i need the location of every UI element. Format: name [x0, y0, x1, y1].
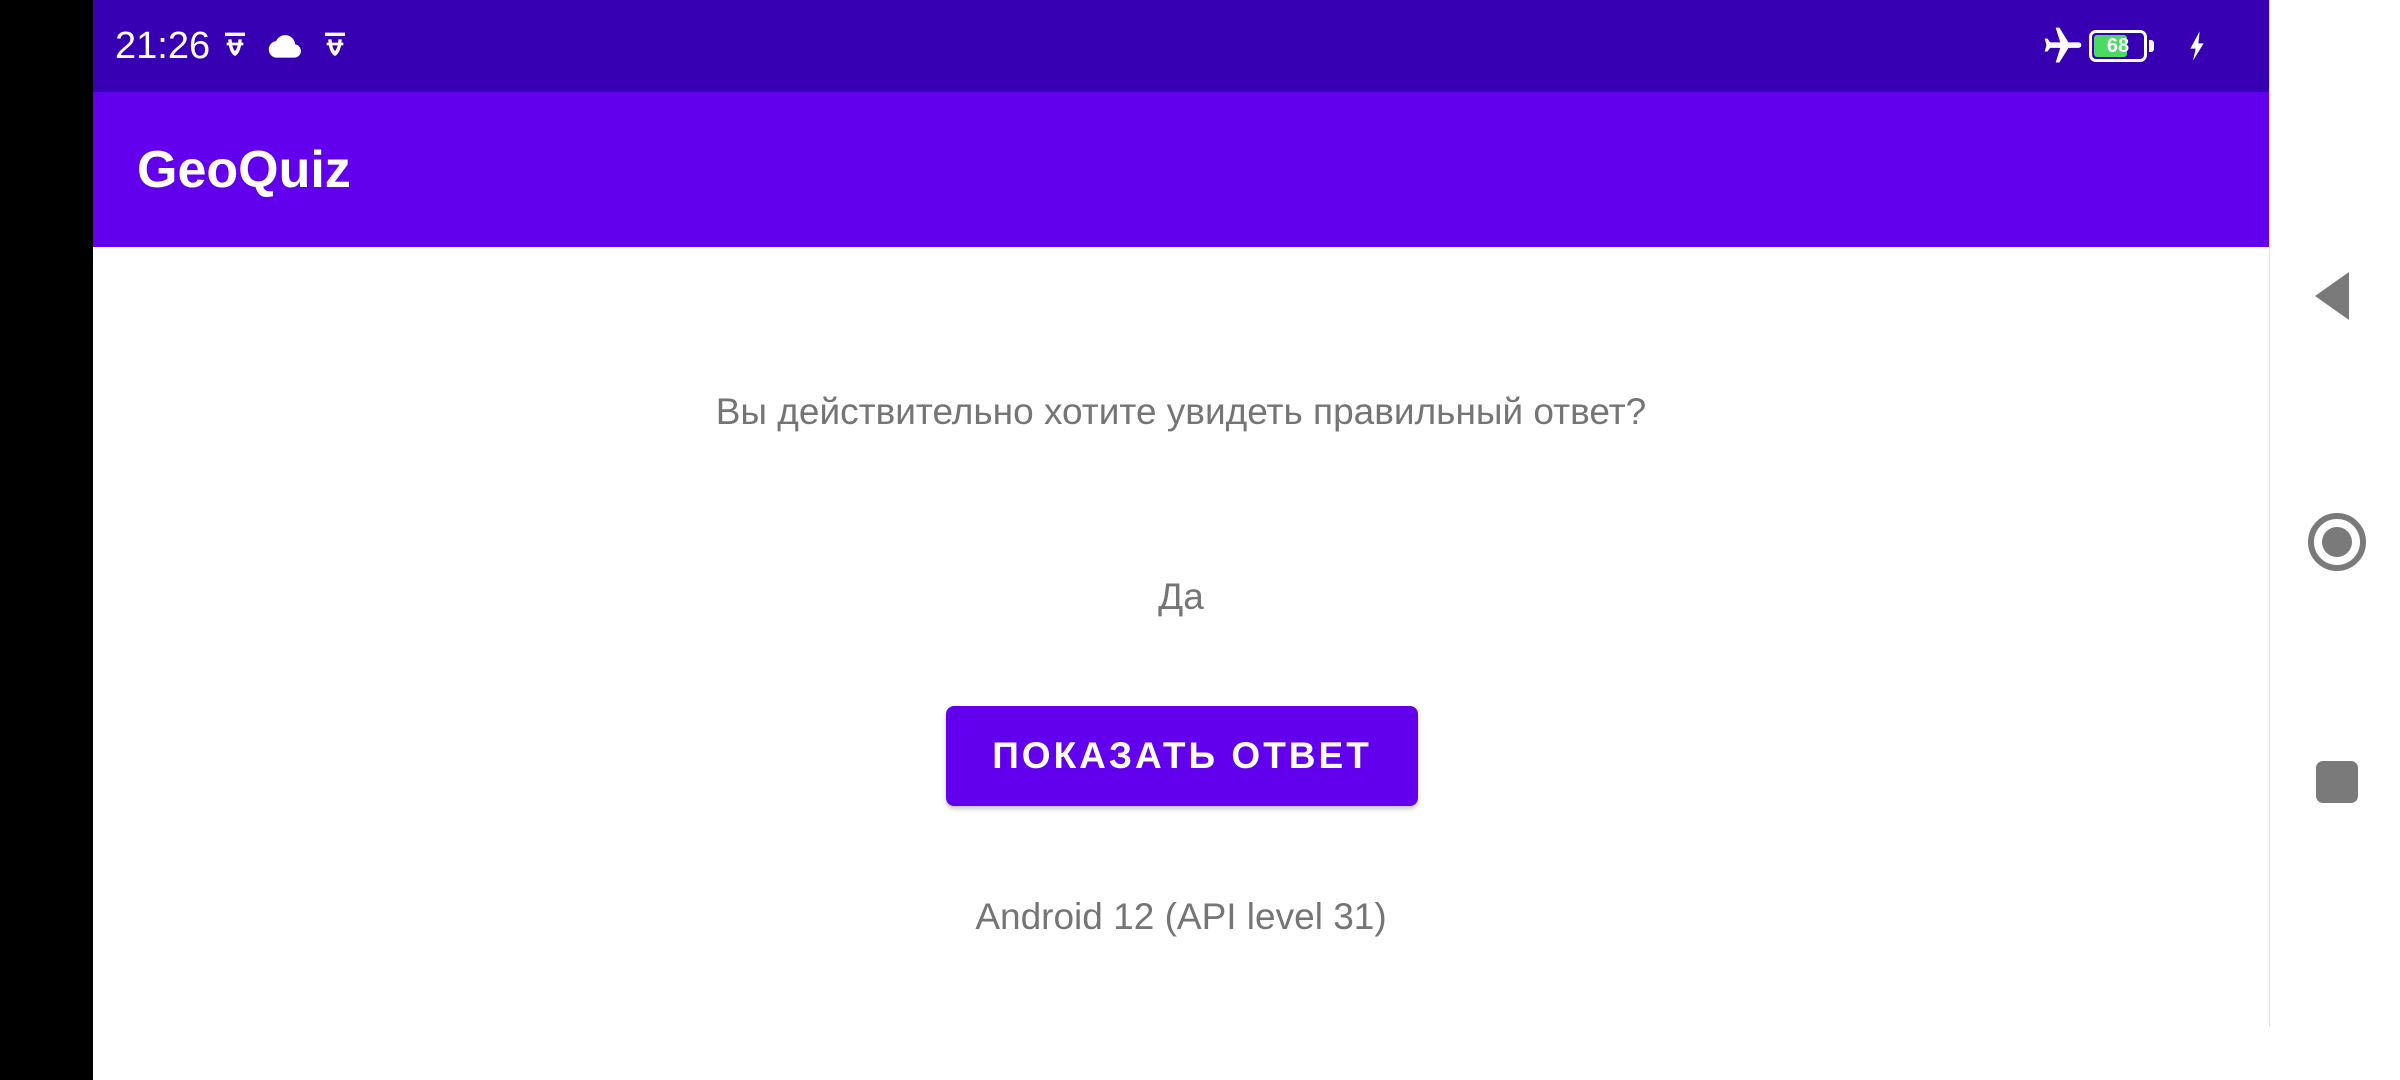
cloud-icon [263, 26, 307, 66]
app-title: GeoQuiz [137, 141, 351, 199]
answer-text: Да [1158, 576, 1204, 617]
recents-icon[interactable] [2315, 760, 2359, 804]
navigation-bar [2269, 0, 2400, 1080]
api-level-text: Android 12 (API level 31) [975, 896, 1387, 937]
show-answer-button[interactable]: ПОКАЗАТЬ ОТВЕТ [946, 706, 1418, 806]
notification-icon [315, 26, 355, 66]
back-icon[interactable] [2309, 268, 2365, 324]
charging-bolt-icon [2185, 30, 2209, 62]
app-bar: GeoQuiz [93, 92, 2269, 247]
screen: 21:26 68 GeoQuiz Вы действительно хотите… [0, 0, 2400, 1080]
battery-icon: 68 [2089, 30, 2155, 62]
home-icon[interactable] [2307, 512, 2367, 572]
screen-edge-cutout [0, 0, 93, 1080]
nav-divider [2269, 0, 2270, 1027]
question-text: Вы действительно хотите увидеть правильн… [715, 391, 1647, 432]
status-bar: 21:26 68 [93, 0, 2269, 92]
status-time: 21:26 [115, 25, 211, 67]
notification-icon [215, 26, 255, 66]
airplane-mode-icon [2041, 24, 2085, 68]
cheat-screen-content: Вы действительно хотите увидеть правильн… [93, 247, 2269, 1027]
battery-level-text: 68 [2106, 35, 2130, 57]
